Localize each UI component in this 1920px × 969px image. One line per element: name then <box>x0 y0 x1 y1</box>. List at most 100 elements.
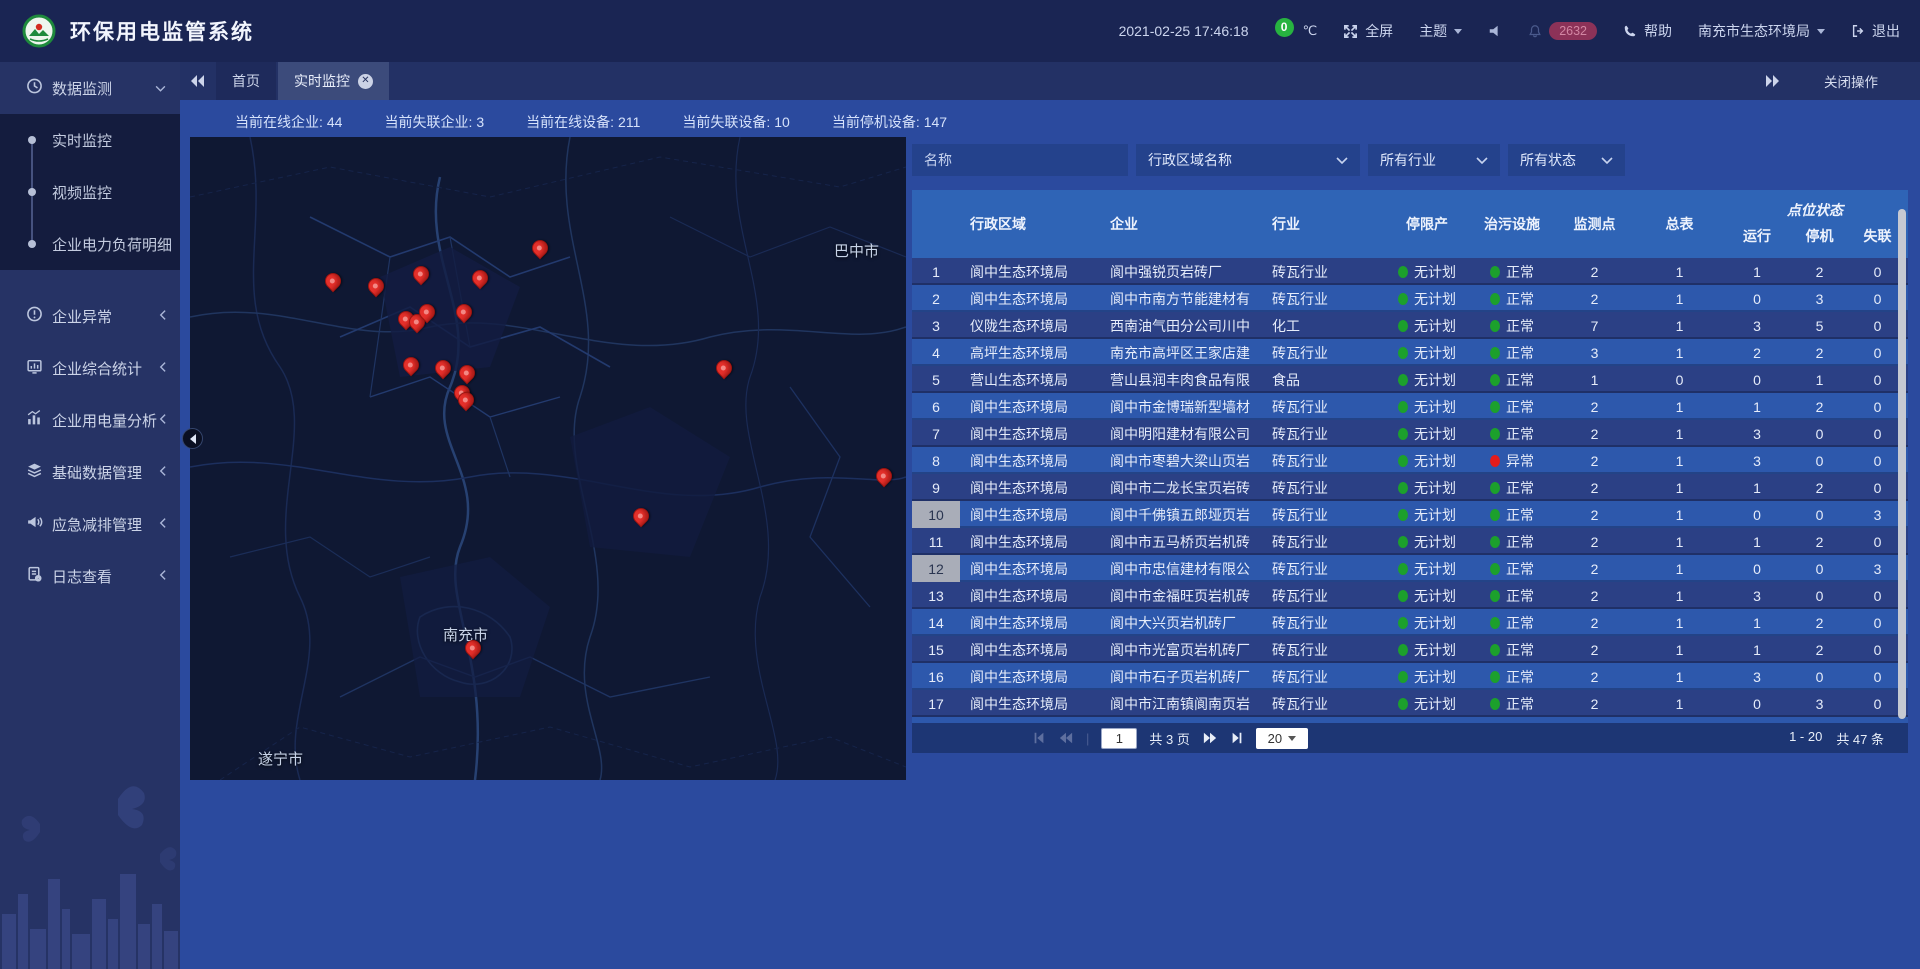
status-dot-green <box>1398 671 1408 683</box>
table-row[interactable]: 3 仪陇生态环境局 西南油气田分公司川中 化工 无计划 正常 7 1 3 5 0 <box>912 312 1908 339</box>
status-dot-green <box>1490 698 1500 710</box>
chart-icon <box>26 410 43 431</box>
cell-company: 阆中大兴页岩机砖厂 <box>1100 609 1262 636</box>
cell-industry: 化工 <box>1262 312 1382 339</box>
sidebar-item-company-abnormal[interactable]: 企业异常 <box>0 290 180 342</box>
cell-points: 2 <box>1552 447 1637 474</box>
sidebar-subitem-label: 企业电力负荷明细 <box>52 234 172 255</box>
cell-limit: 无计划 <box>1382 447 1472 474</box>
cell-industry: 砖瓦行业 <box>1262 582 1382 609</box>
organization-dropdown[interactable]: 南充市生态环境局 <box>1698 21 1825 41</box>
cell-run: 2 <box>1722 339 1792 366</box>
status-dot-green <box>1490 509 1500 521</box>
cell-facility: 正常 <box>1472 636 1552 663</box>
app-title: 环保用电监管系统 <box>70 16 254 46</box>
sidebar-item-data-monitoring[interactable]: 数据监测 <box>0 62 180 114</box>
map-panel[interactable]: 巴中市南充市遂宁市 <box>190 137 906 780</box>
sidebar: 数据监测 实时监控 视频监控 企业电力负荷明细 企业异常 企业综合统计 企业用电… <box>0 62 180 969</box>
status-dot-green <box>1398 320 1408 332</box>
cell-meters: 1 <box>1637 312 1722 339</box>
cell-points: 2 <box>1552 528 1637 555</box>
table-row[interactable]: 16 阆中生态环境局 阆中市石子页岩机砖厂 砖瓦行业 无计划 正常 2 1 3 … <box>912 663 1908 690</box>
sidebar-item-log-view[interactable]: 日志查看 <box>0 550 180 602</box>
tab-close-icon[interactable]: ✕ <box>358 74 373 89</box>
chevron-left-icon <box>159 308 166 325</box>
cell-meters: 1 <box>1637 555 1722 582</box>
theme-dropdown[interactable]: 主题 <box>1419 21 1462 41</box>
table-row[interactable]: 5 营山生态环境局 营山县润丰肉食品有限 食品 无计划 正常 1 0 0 1 0 <box>912 366 1908 393</box>
cell-limit: 无计划 <box>1382 312 1472 339</box>
cell-industry: 砖瓦行业 <box>1262 285 1382 312</box>
cell-stop: 0 <box>1792 501 1847 528</box>
page-number-input[interactable] <box>1101 728 1137 749</box>
cell-run: 0 <box>1722 285 1792 312</box>
name-search-input[interactable] <box>912 144 1128 176</box>
tabs-scroll-right-button[interactable] <box>1754 75 1790 87</box>
sidebar-subitem-video-monitoring[interactable]: 视频监控 <box>0 166 180 218</box>
status-dot-green <box>1398 266 1408 278</box>
cell-facility: 正常 <box>1472 474 1552 501</box>
last-page-button[interactable] <box>1230 731 1244 745</box>
map-collapse-toggle[interactable] <box>182 428 203 449</box>
notifications-button[interactable]: 2632 <box>1528 22 1597 40</box>
table-row[interactable]: 2 阆中生态环境局 阆中市南方节能建材有 砖瓦行业 无计划 正常 2 1 0 3… <box>912 285 1908 312</box>
table-scrollbar[interactable] <box>1898 209 1906 719</box>
tab-home[interactable]: 首页 <box>216 62 276 100</box>
table-row[interactable]: 9 阆中生态环境局 阆中市二龙长宝页岩砖 砖瓦行业 无计划 正常 2 1 1 2… <box>912 474 1908 501</box>
pagination-summary: 1 - 20 共 47 条 <box>1789 729 1884 748</box>
row-number: 3 <box>932 318 940 334</box>
sidebar-subitem-realtime-monitoring[interactable]: 实时监控 <box>0 114 180 166</box>
fullscreen-button[interactable]: 全屏 <box>1343 21 1393 41</box>
sidebar-item-emergency-reduction[interactable]: 应急减排管理 <box>0 498 180 550</box>
region-select[interactable]: 行政区域名称 <box>1136 144 1360 176</box>
first-page-button[interactable] <box>1032 731 1046 745</box>
table-row[interactable]: 1 阆中生态环境局 阆中强锐页岩砖厂 砖瓦行业 无计划 正常 2 1 1 2 0 <box>912 258 1908 285</box>
sidebar-item-power-usage-analysis[interactable]: 企业用电量分析 <box>0 394 180 446</box>
table-row[interactable]: 17 阆中生态环境局 阆中市江南镇阆南页岩 砖瓦行业 无计划 正常 2 1 0 … <box>912 690 1908 717</box>
table-body: 1 阆中生态环境局 阆中强锐页岩砖厂 砖瓦行业 无计划 正常 2 1 1 2 0… <box>912 258 1908 744</box>
table-row[interactable]: 13 阆中生态环境局 阆中市金福旺页岩机砖 砖瓦行业 无计划 正常 2 1 3 … <box>912 582 1908 609</box>
cell-company: 阆中市金博瑞新型墙材 <box>1100 393 1262 420</box>
sidebar-item-company-statistics[interactable]: 企业综合统计 <box>0 342 180 394</box>
table-row[interactable]: 7 阆中生态环境局 阆中明阳建材有限公司 砖瓦行业 无计划 正常 2 1 3 0… <box>912 420 1908 447</box>
cell-run: 3 <box>1722 582 1792 609</box>
row-number: 2 <box>932 291 940 307</box>
col-index <box>912 190 960 258</box>
sidebar-item-basic-data-management[interactable]: 基础数据管理 <box>0 446 180 498</box>
status-select[interactable]: 所有状态 <box>1508 144 1625 176</box>
chevron-left-icon <box>159 360 166 377</box>
table-row[interactable]: 14 阆中生态环境局 阆中大兴页岩机砖厂 砖瓦行业 无计划 正常 2 1 1 2… <box>912 609 1908 636</box>
row-number: 7 <box>932 426 940 442</box>
logout-button[interactable]: 退出 <box>1851 21 1900 41</box>
status-dot-green <box>1490 590 1500 602</box>
industry-select[interactable]: 所有行业 <box>1368 144 1500 176</box>
status-dot-green <box>1490 428 1500 440</box>
cell-region: 阆中生态环境局 <box>960 636 1100 663</box>
cell-meters: 1 <box>1637 474 1722 501</box>
table-row[interactable]: 15 阆中生态环境局 阆中市光富页岩机砖厂 砖瓦行业 无计划 正常 2 1 1 … <box>912 636 1908 663</box>
app-root: 环保用电监管系统 2021-02-25 17:46:18 0 ℃ 全屏 主题 <box>0 0 1920 969</box>
cell-run: 0 <box>1722 555 1792 582</box>
previous-page-button[interactable] <box>1058 731 1074 745</box>
table-row[interactable]: 6 阆中生态环境局 阆中市金博瑞新型墙材 砖瓦行业 无计划 正常 2 1 1 2… <box>912 393 1908 420</box>
cell-company: 阆中市五马桥页岩机砖 <box>1100 528 1262 555</box>
cell-company: 阆中市南方节能建材有 <box>1100 285 1262 312</box>
table-row[interactable]: 10 阆中生态环境局 阆中千佛镇五郎垭页岩 砖瓦行业 无计划 正常 2 1 0 … <box>912 501 1908 528</box>
range-label: 1 - 20 <box>1789 729 1822 748</box>
close-operations-menu[interactable]: 关闭操作 <box>1824 71 1878 91</box>
table-row[interactable]: 11 阆中生态环境局 阆中市五马桥页岩机砖 砖瓦行业 无计划 正常 2 1 1 … <box>912 528 1908 555</box>
tab-realtime-monitoring[interactable]: 实时监控 ✕ <box>278 62 389 100</box>
mute-button[interactable] <box>1488 24 1502 38</box>
bullet-icon <box>28 188 36 196</box>
tabs-scroll-left-button[interactable] <box>180 62 216 100</box>
layers-icon <box>26 462 43 483</box>
table-row[interactable]: 12 阆中生态环境局 阆中市忠信建材有限公 砖瓦行业 无计划 正常 2 1 0 … <box>912 555 1908 582</box>
page-size-select[interactable]: 20 <box>1256 728 1308 749</box>
sidebar-subitem-power-load-detail[interactable]: 企业电力负荷明细 <box>0 218 180 270</box>
help-button[interactable]: 帮助 <box>1623 21 1672 41</box>
table-row[interactable]: 8 阆中生态环境局 阆中市枣碧大梁山页岩 砖瓦行业 无计划 异常 2 1 3 0… <box>912 447 1908 474</box>
next-page-button[interactable] <box>1202 731 1218 745</box>
cell-meters: 1 <box>1637 258 1722 285</box>
table-row[interactable]: 4 高坪生态环境局 南充市高坪区王家店建 砖瓦行业 无计划 正常 3 1 2 2… <box>912 339 1908 366</box>
cell-region: 阆中生态环境局 <box>960 582 1100 609</box>
